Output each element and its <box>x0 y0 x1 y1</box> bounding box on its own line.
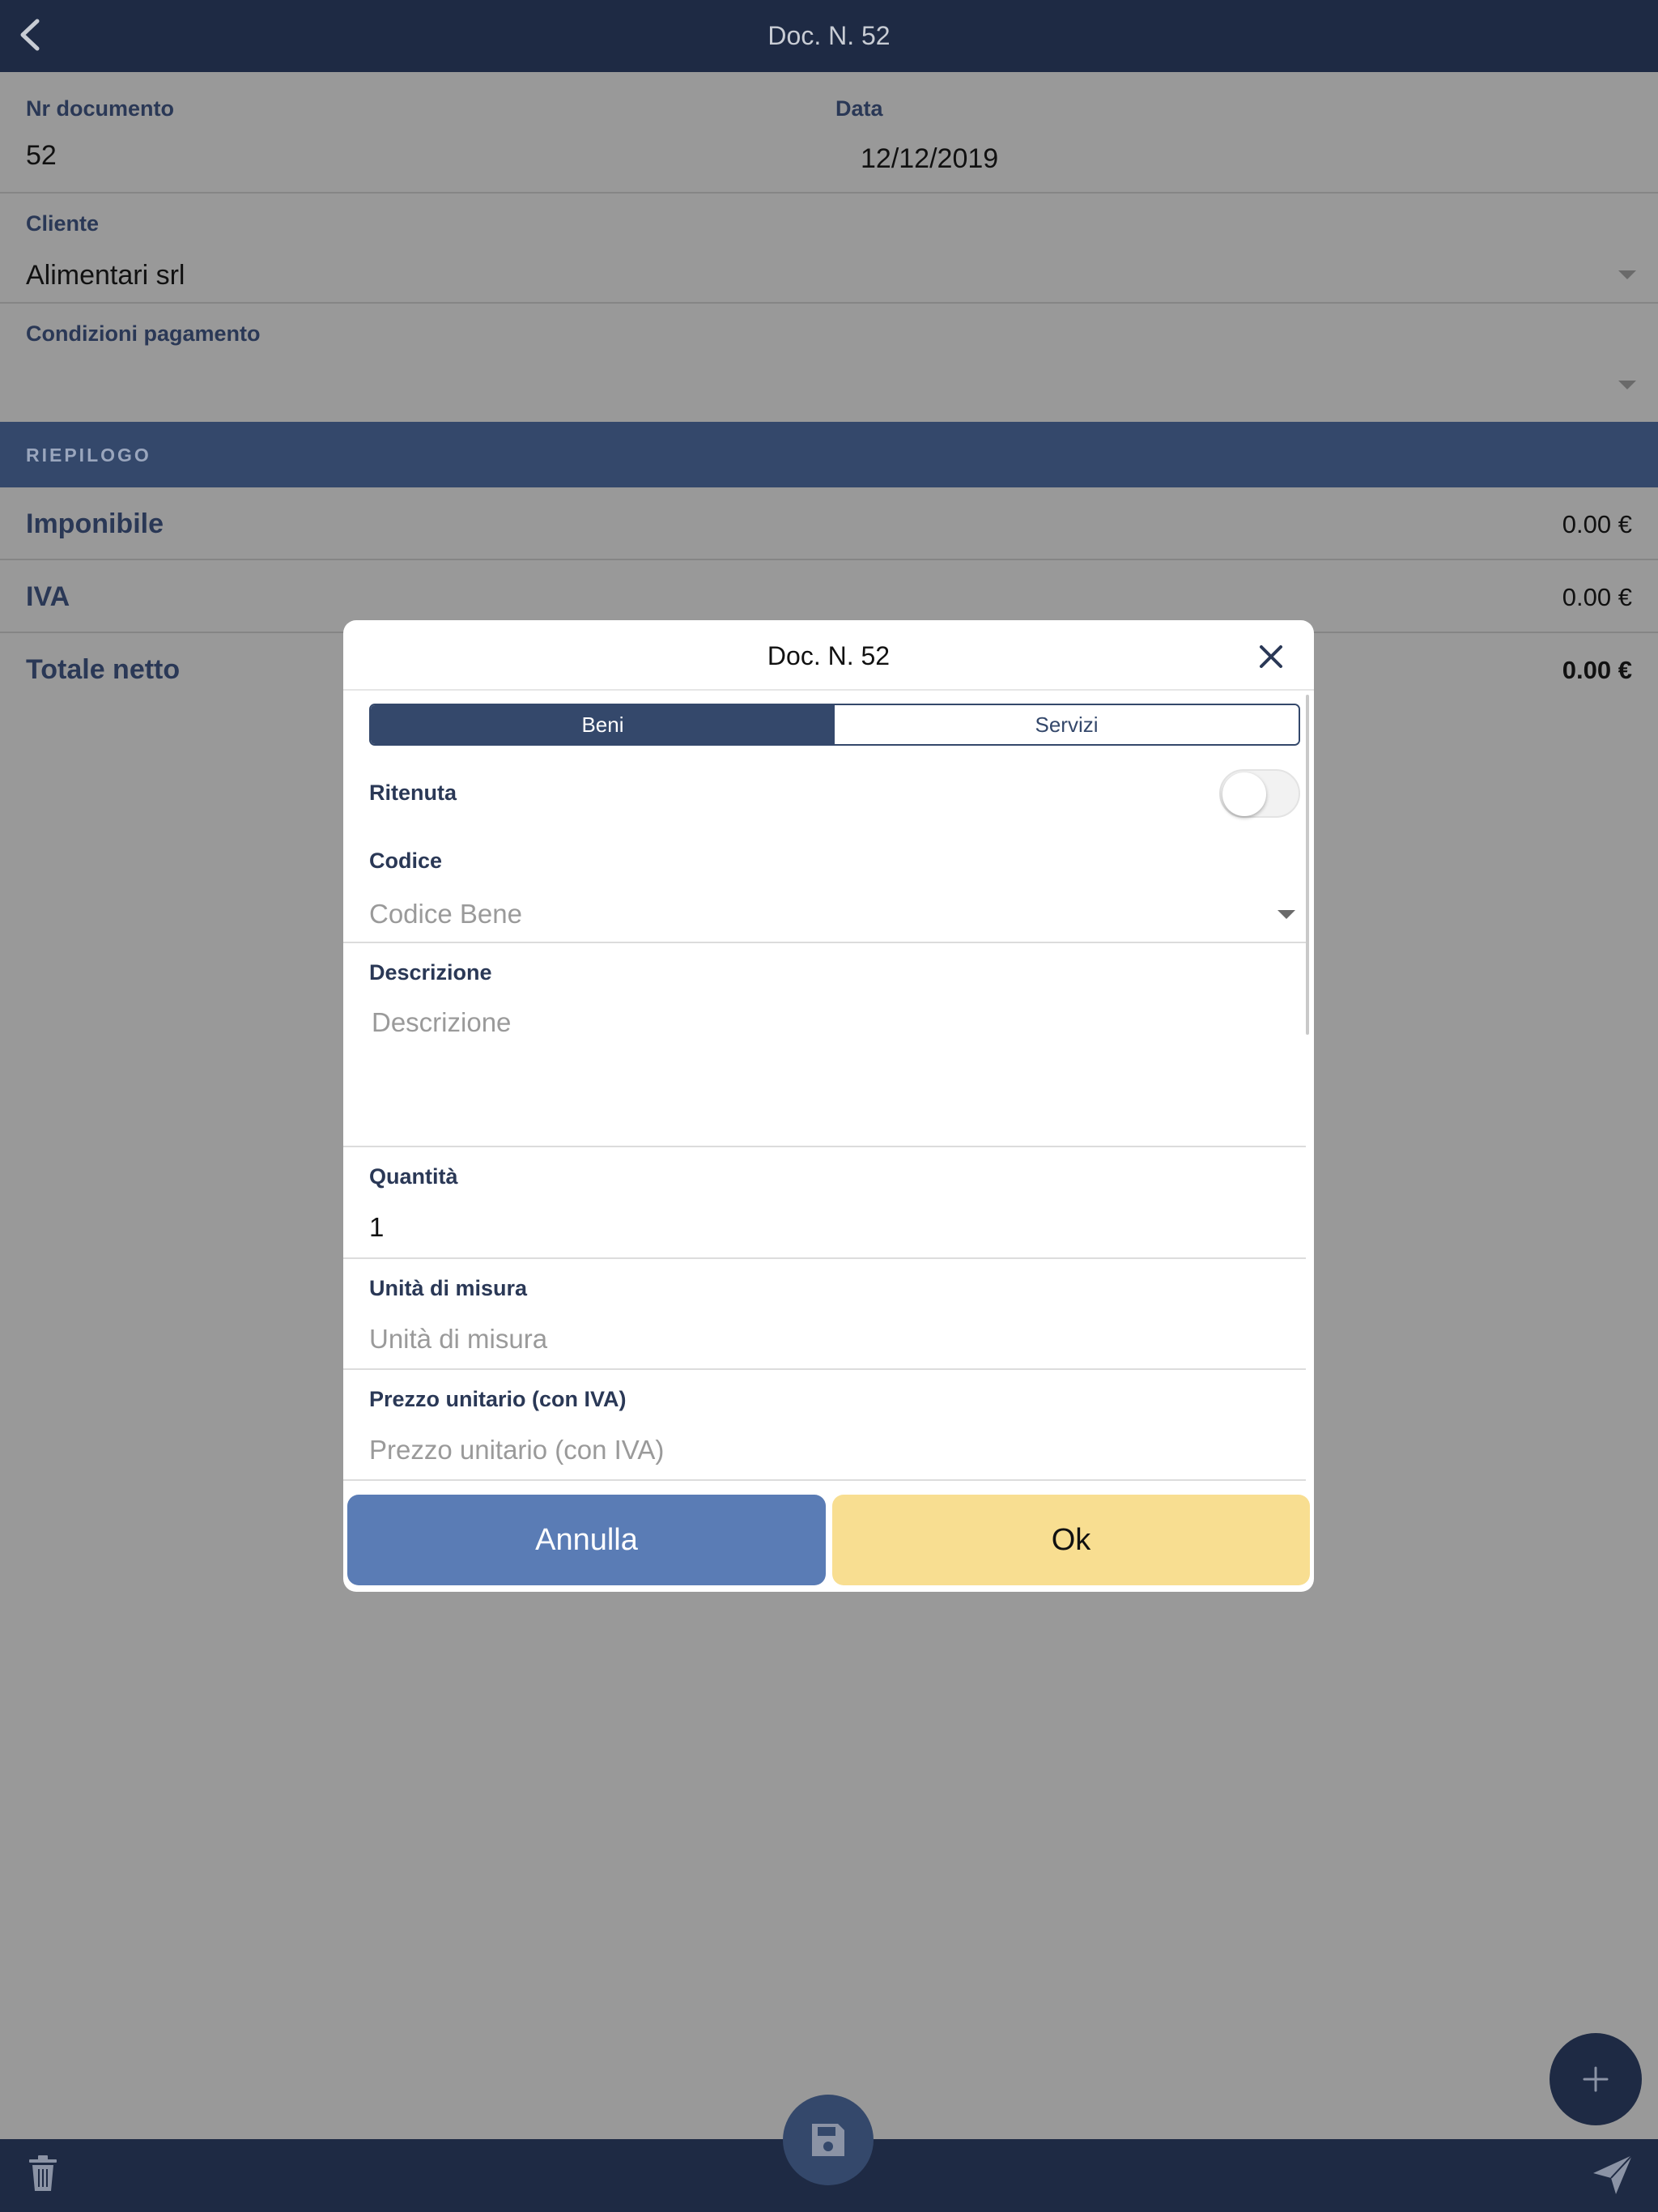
scrollbar[interactable] <box>1306 695 1309 1035</box>
prezzo-field[interactable]: Prezzo unitario (con IVA) <box>369 1435 664 1465</box>
item-dialog: Doc. N. 52 Beni Servizi Ritenuta Codice … <box>343 620 1314 1592</box>
segment-servizi[interactable]: Servizi <box>835 705 1299 744</box>
paper-plane-icon[interactable] <box>1592 2154 1634 2196</box>
plus-icon <box>1583 2066 1609 2092</box>
trash-icon[interactable] <box>28 2154 58 2193</box>
summary-value: 0.00 € <box>1562 583 1632 611</box>
summary-label: IVA <box>26 581 70 612</box>
divider <box>343 1479 1306 1481</box>
summary-row-imponibile: Imponibile 0.00 € <box>0 487 1658 560</box>
close-icon[interactable] <box>1257 643 1285 670</box>
summary-section-header: RIEPILOGO <box>0 422 1658 487</box>
add-item-button[interactable] <box>1550 2033 1642 2125</box>
ritenuta-label: Ritenuta <box>369 781 457 805</box>
top-bar: Doc. N. 52 <box>0 0 1658 72</box>
segment-beni[interactable]: Beni <box>371 705 835 744</box>
summary-label: Imponibile <box>26 508 164 539</box>
summary-value: 0.00 € <box>1562 656 1632 684</box>
summary-value: 0.00 € <box>1562 510 1632 538</box>
unita-field[interactable]: Unità di misura <box>369 1324 547 1355</box>
toggle-knob <box>1222 772 1266 816</box>
chevron-down-icon <box>1618 381 1636 389</box>
quantita-field[interactable]: 1 <box>369 1212 384 1243</box>
client-value: Alimentari srl <box>26 260 185 291</box>
prezzo-label: Prezzo unitario (con IVA) <box>369 1387 627 1411</box>
date-field[interactable]: 12/12/2019 <box>861 143 998 175</box>
codice-select[interactable]: Codice Bene <box>369 899 522 929</box>
divider <box>343 942 1306 943</box>
payment-terms-field[interactable]: Condizioni pagamento <box>0 304 1658 422</box>
divider <box>343 689 1314 691</box>
cancel-button[interactable]: Annulla <box>347 1495 826 1585</box>
dialog-title: Doc. N. 52 <box>767 641 891 670</box>
page-title: Doc. N. 52 <box>767 21 891 50</box>
payment-terms-label: Condizioni pagamento <box>26 321 261 346</box>
descrizione-textarea[interactable]: Descrizione <box>372 1007 511 1038</box>
chevron-down-icon <box>1618 270 1636 279</box>
date-label: Data <box>835 96 883 121</box>
ritenuta-toggle[interactable] <box>1219 769 1300 818</box>
codice-label: Codice <box>369 849 443 873</box>
save-button[interactable] <box>783 2095 874 2185</box>
doc-number-field[interactable]: 52 <box>26 140 57 172</box>
descrizione-label: Descrizione <box>369 960 492 985</box>
divider <box>343 1257 1306 1259</box>
doc-number-date-row: Nr documento 52 Data 12/12/2019 <box>0 72 1658 194</box>
floppy-disk-icon <box>812 2124 844 2156</box>
divider <box>343 1146 1306 1147</box>
quantita-label: Quantità <box>369 1164 458 1189</box>
client-label: Cliente <box>26 211 100 236</box>
client-field[interactable]: Cliente Alimentari srl <box>0 194 1658 304</box>
unita-label: Unità di misura <box>369 1276 528 1300</box>
chevron-down-icon <box>1278 910 1295 919</box>
summary-label: Totale netto <box>26 654 181 685</box>
summary-section-title: RIEPILOGO <box>26 445 151 466</box>
divider <box>343 1368 1306 1370</box>
type-segmented-control: Beni Servizi <box>369 704 1300 746</box>
ok-button[interactable]: Ok <box>832 1495 1310 1585</box>
doc-number-label: Nr documento <box>26 96 175 121</box>
